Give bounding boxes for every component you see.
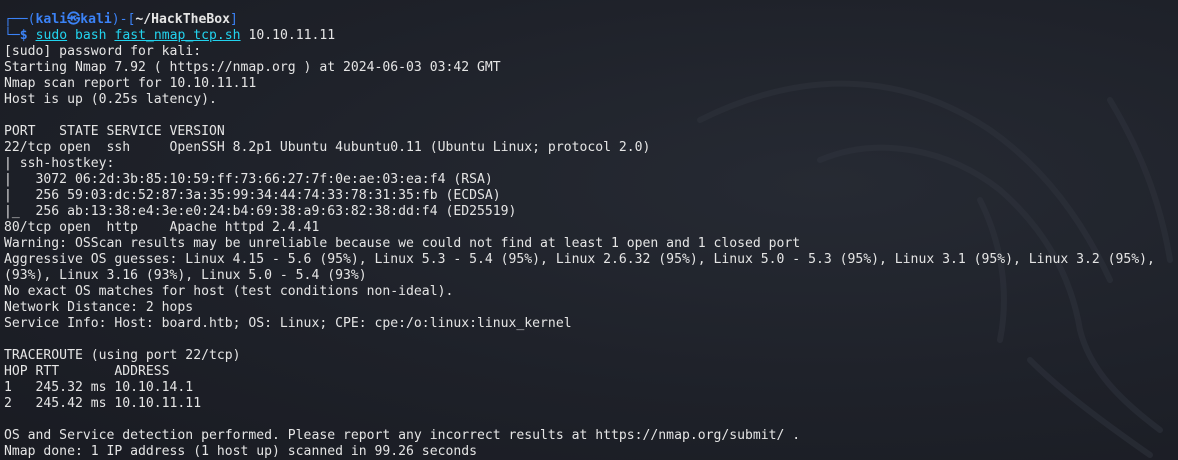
prompt-line-top: ┌──(kali㉿kali)-[~/HackTheBox] <box>4 12 1178 28</box>
output-line: OS and Service detection performed. Plea… <box>4 428 801 443</box>
output-line: | ssh-hostkey: <box>4 156 123 171</box>
output-line: TRACEROUTE (using port 22/tcp) <box>4 348 241 363</box>
command-bash: bash <box>75 28 107 43</box>
terminal-output: ┌──(kali㉿kali)-[~/HackTheBox] └─$ sudo b… <box>4 12 1178 460</box>
output-line: Network Distance: 2 hops <box>4 300 194 315</box>
prompt-at-symbol: ㉿ <box>67 12 81 27</box>
output-line: | 3072 06:2d:3b:85:10:59:ff:73:66:27:7f:… <box>4 172 493 187</box>
command-script: fast_nmap_tcp.sh <box>114 28 241 43</box>
prompt-frame-mid: )-[ <box>111 12 136 27</box>
output-line: 1 245.32 ms 10.10.14.1 <box>4 380 194 395</box>
output-line: Nmap done: 1 IP address (1 host up) scan… <box>4 444 477 459</box>
command-sudo: sudo <box>35 28 68 43</box>
output-line: Service Info: Host: board.htb; OS: Linux… <box>4 316 572 331</box>
output-line: 80/tcp open http Apache httpd 2.4.41 <box>4 220 320 235</box>
output-line: No exact OS matches for host (test condi… <box>4 284 454 299</box>
prompt-dollar: $ <box>19 28 28 43</box>
prompt-frame-bottom: └─ <box>4 28 20 43</box>
output-line: Aggressive OS guesses: Linux 4.15 - 5.6 … <box>4 252 1155 267</box>
output-line: 22/tcp open ssh OpenSSH 8.2p1 Ubuntu 4ub… <box>4 140 651 155</box>
output-line: Nmap scan report for 10.10.11.11 <box>4 76 257 91</box>
prompt-user: kali <box>35 12 68 27</box>
output-line: | 256 59:03:dc:52:87:3a:35:99:34:44:74:3… <box>4 188 501 203</box>
command-arg: 10.10.11.11 <box>248 28 336 43</box>
prompt-path: ~/HackTheBox <box>135 12 230 27</box>
output-line: [sudo] password for kali: <box>4 44 202 59</box>
prompt-line-command[interactable]: └─$ sudo bash fast_nmap_tcp.sh 10.10.11.… <box>4 28 1178 44</box>
output-line: Warning: OSScan results may be unreliabl… <box>4 236 801 251</box>
terminal-window[interactable]: ┌──(kali㉿kali)-[~/HackTheBox] └─$ sudo b… <box>0 0 1178 460</box>
prompt-frame-end: ] <box>230 12 238 27</box>
output-line: (93%), Linux 3.16 (93%), Linux 5.0 - 5.4… <box>4 268 367 283</box>
output-line: PORT STATE SERVICE VERSION <box>4 124 225 139</box>
output-line: Starting Nmap 7.92 ( https://nmap.org ) … <box>4 60 501 75</box>
output-line: Host is up (0.25s latency). <box>4 92 217 107</box>
prompt-host: kali <box>80 12 112 27</box>
output-line: 2 245.42 ms 10.10.11.11 <box>4 396 202 411</box>
output-line: |_ 256 ab:13:38:e4:3e:e0:24:b4:69:38:a9:… <box>4 204 517 219</box>
prompt-frame: ┌──( <box>4 12 36 27</box>
output-line: HOP RTT ADDRESS <box>4 364 170 379</box>
